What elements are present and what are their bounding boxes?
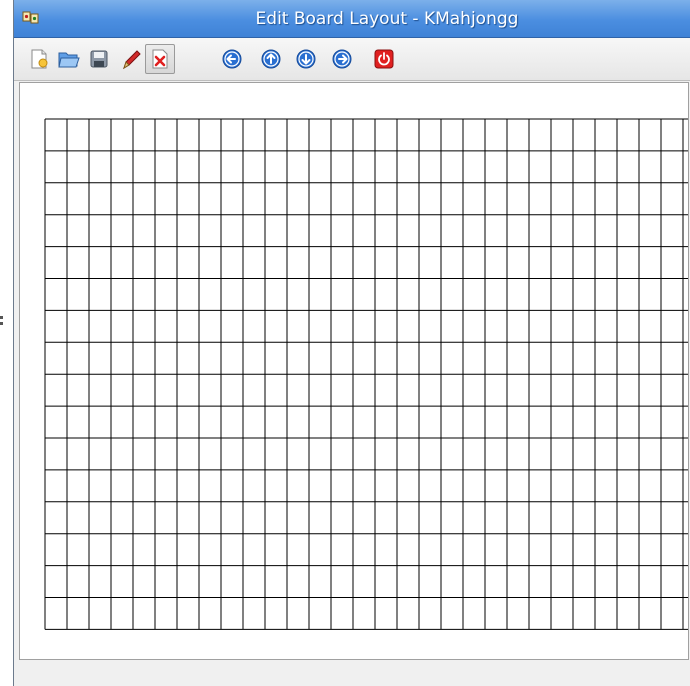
arrow-down-icon bbox=[296, 49, 316, 69]
board-grid[interactable] bbox=[20, 83, 688, 659]
arrow-left-icon bbox=[222, 49, 242, 69]
shift-right-button[interactable] bbox=[327, 44, 357, 74]
board-canvas[interactable] bbox=[19, 82, 689, 660]
pencil-icon bbox=[123, 50, 141, 70]
open-folder-icon bbox=[58, 52, 80, 68]
erase-tile-button[interactable] bbox=[145, 44, 175, 74]
arrow-right-icon bbox=[332, 49, 352, 69]
arrow-up-icon bbox=[261, 49, 281, 69]
power-icon bbox=[374, 49, 394, 69]
toolbar bbox=[14, 38, 690, 81]
close-editor-button[interactable] bbox=[369, 44, 399, 74]
new-board-button[interactable] bbox=[24, 44, 54, 74]
edit-board-window: Edit Board Layout - KMahjongg bbox=[13, 0, 690, 686]
new-document-icon bbox=[31, 49, 48, 69]
desktop-artifact bbox=[0, 322, 3, 325]
title-bar[interactable]: Edit Board Layout - KMahjongg bbox=[14, 0, 690, 38]
shift-left-button[interactable] bbox=[217, 44, 247, 74]
desktop-artifact bbox=[0, 316, 3, 319]
erase-icon bbox=[152, 49, 168, 69]
shift-up-button[interactable] bbox=[256, 44, 286, 74]
save-icon bbox=[90, 50, 108, 68]
draw-tile-button[interactable] bbox=[116, 44, 146, 74]
desktop-background bbox=[0, 0, 13, 686]
open-board-button[interactable] bbox=[54, 44, 84, 74]
window-title: Edit Board Layout - KMahjongg bbox=[255, 9, 519, 29]
shift-down-button[interactable] bbox=[291, 44, 321, 74]
save-board-button[interactable] bbox=[84, 44, 114, 74]
